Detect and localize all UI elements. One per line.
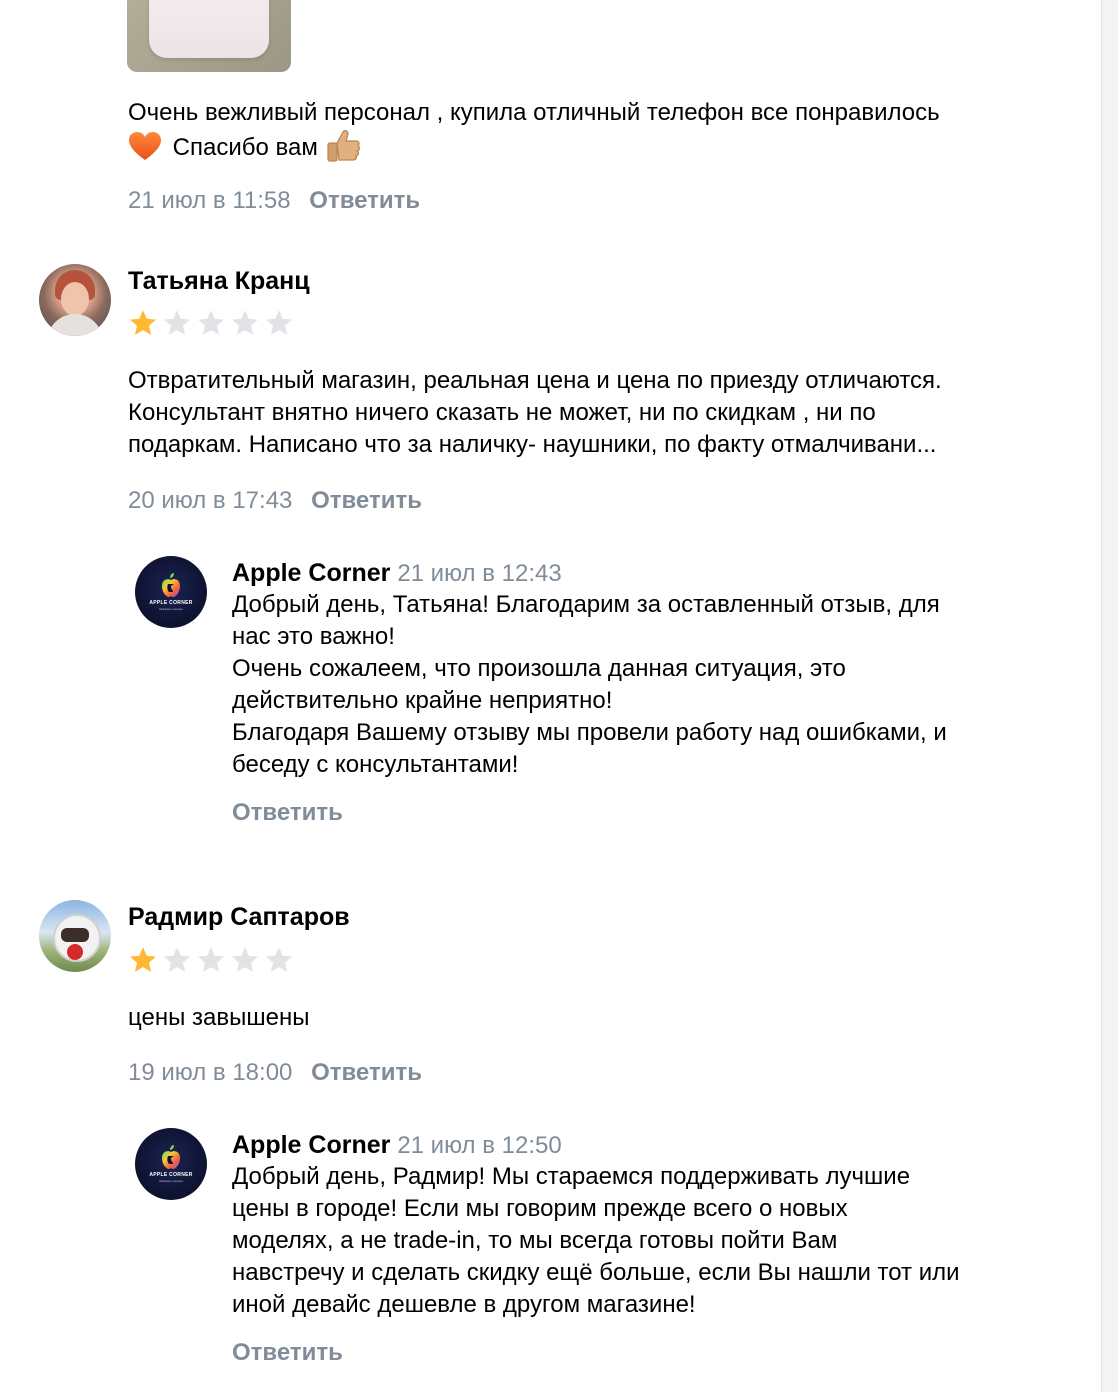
reply-date: 21 июл в 12:50	[397, 1132, 562, 1159]
reply-author[interactable]: Apple Corner	[232, 1131, 390, 1159]
reply-text: цены в городе! Если мы говорим прежде вс…	[232, 1195, 848, 1222]
reply-link[interactable]: Ответить	[311, 487, 422, 514]
reply-text: Очень сожалеем, что произошла данная сит…	[232, 655, 846, 682]
reply-text: нас это важно!	[232, 623, 395, 650]
star-empty-icon	[164, 947, 190, 972]
review-meta: 19 июл в 18:00 Ответить	[128, 1057, 422, 1089]
review-text-thanks: Спасибо вам	[172, 134, 318, 161]
review-text: Консультант внятно ничего сказать не мож…	[128, 399, 876, 426]
review-author[interactable]: Радмир Саптаров	[128, 901, 350, 933]
star-empty-icon	[198, 947, 224, 972]
avatar[interactable]	[39, 900, 111, 972]
reply-meta: Ответить	[232, 1337, 343, 1369]
reply-text: Добрый день, Радмир! Мы стараемся поддер…	[232, 1163, 911, 1190]
store-brand: APPLE CORNER	[149, 1172, 193, 1178]
store-avatar[interactable]: APPLE CORNER Магазин техники	[135, 556, 207, 628]
star-filled-icon	[130, 310, 156, 335]
reply-text: Благодаря Вашему отзыву мы провели работ…	[232, 719, 947, 746]
review-text: Очень вежливый персонал , купила отличны…	[128, 99, 940, 126]
rating-stars	[128, 945, 294, 977]
review-text: Отвратительный магазин, реальная цена и …	[128, 367, 942, 394]
reply-text: моделях, а не trade-in, то мы всегда гот…	[232, 1227, 838, 1254]
star-empty-icon	[266, 947, 292, 972]
star-empty-icon	[164, 310, 190, 335]
star-filled-icon	[130, 947, 156, 972]
avatar[interactable]	[39, 264, 111, 336]
reply-link[interactable]: Ответить	[309, 187, 420, 214]
store-brand: APPLE CORNER	[149, 600, 193, 606]
reply-header: Apple Corner 21 июл в 12:50	[232, 1129, 562, 1162]
review-meta: 21 июл в 11:58 Ответить	[128, 185, 420, 217]
reply-link[interactable]: Ответить	[311, 1059, 422, 1086]
reply-text: навстречу и сделать скидку ещё больше, е…	[232, 1259, 960, 1286]
store-brand-sub: Магазин техники	[159, 607, 183, 611]
attached-photo[interactable]	[127, 0, 291, 72]
star-empty-icon	[266, 310, 292, 335]
rating-stars	[128, 308, 294, 340]
review-author[interactable]: Татьяна Кранц	[128, 265, 310, 297]
reply-link[interactable]: Ответить	[232, 799, 343, 826]
reply-header: Apple Corner 21 июл в 12:43	[232, 557, 562, 590]
phone-image	[149, 0, 269, 58]
reply-link[interactable]: Ответить	[232, 1339, 343, 1366]
reply-text: иной девайс дешевле в другом магазине!	[232, 1291, 696, 1318]
star-empty-icon	[232, 947, 258, 972]
reply-meta: Ответить	[232, 797, 343, 829]
review-text-line2: Спасибо вам	[128, 129, 361, 164]
heart-icon	[129, 132, 161, 160]
star-empty-icon	[232, 310, 258, 335]
review-meta: 20 июл в 17:43 Ответить	[128, 485, 422, 517]
reply-date: 21 июл в 12:43	[397, 560, 562, 587]
store-avatar[interactable]: APPLE CORNER Магазин техники	[135, 1128, 207, 1200]
review-date: 19 июл в 18:00	[128, 1059, 293, 1086]
star-empty-icon	[198, 310, 224, 335]
reply-text: действительно крайне неприятно!	[232, 687, 613, 714]
store-brand-sub: Магазин техники	[159, 1179, 183, 1183]
reply-text: беседу с консультантами!	[232, 751, 519, 778]
apple-logo-icon	[162, 573, 180, 597]
review-text: цены завышены	[128, 1004, 310, 1031]
scrollbar[interactable]	[1101, 0, 1118, 1392]
thumbs-up-icon	[326, 130, 360, 162]
review-date: 21 июл в 11:58	[128, 187, 291, 214]
reply-author[interactable]: Apple Corner	[232, 559, 390, 587]
reviews-page: Очень вежливый персонал , купила отличны…	[0, 0, 1118, 1392]
review-text[interactable]: подаркам. Написано что за наличку- наушн…	[128, 429, 936, 461]
reply-text: Добрый день, Татьяна! Благодарим за оста…	[232, 591, 940, 618]
review-date: 20 июл в 17:43	[128, 487, 293, 514]
apple-logo-icon	[162, 1145, 180, 1169]
